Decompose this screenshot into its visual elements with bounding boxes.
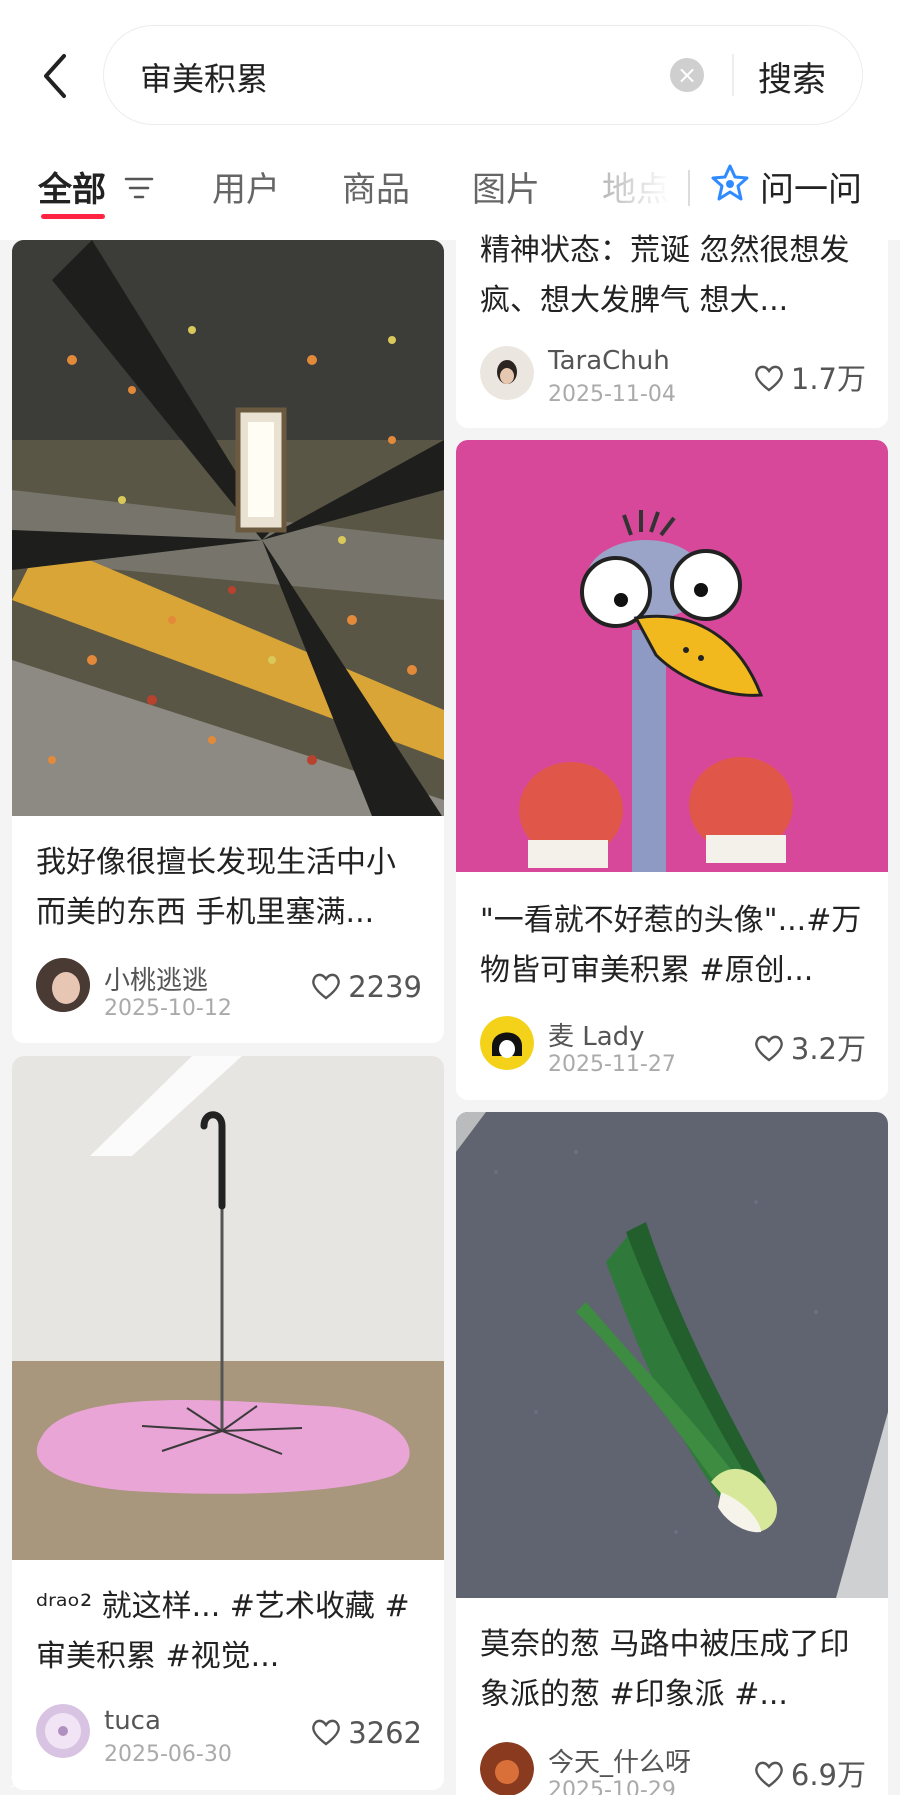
back-arrow-icon[interactable] bbox=[38, 50, 74, 102]
avatar-image bbox=[36, 1704, 90, 1758]
note-image bbox=[456, 440, 888, 872]
note-image bbox=[12, 1056, 444, 1560]
post-date: 2025-10-12 bbox=[104, 996, 232, 1021]
clear-icon[interactable]: × bbox=[670, 58, 704, 92]
post-date: 2025-11-27 bbox=[548, 1052, 676, 1077]
like-count-value: 3.2万 bbox=[790, 1032, 866, 1066]
note-title: 我好像很擅长发现生活中小而美的东西 手机里塞满... bbox=[36, 845, 396, 930]
note-title: 莫奈的葱 马路中被压成了印象派的葱 #印象派 #... bbox=[480, 1627, 850, 1712]
heart-icon[interactable] bbox=[310, 1717, 342, 1747]
author-name[interactable]: tuca bbox=[104, 1706, 161, 1736]
tab-images[interactable]: 图片 bbox=[472, 162, 540, 211]
author-name[interactable]: 麦 Lady bbox=[548, 1016, 645, 1053]
note-card[interactable]: 莫奈的葱 马路中被压成了印象派的葱 #印象派 #... 今天_什么呀 2025-… bbox=[456, 1112, 888, 1795]
heart-icon[interactable] bbox=[310, 971, 342, 1001]
like-count[interactable]: 2239 bbox=[310, 970, 422, 1004]
note-card[interactable]: 我好像很擅长发现生活中小而美的东西 手机里塞满... 小桃逃逃 2025-10-… bbox=[12, 240, 444, 1043]
search-bar[interactable]: 审美积累 × 搜索 bbox=[104, 26, 862, 124]
avatar-image bbox=[480, 1742, 534, 1795]
post-date: 2025-11-04 bbox=[548, 382, 676, 407]
avatar[interactable] bbox=[36, 1704, 90, 1758]
like-count-value: 6.9万 bbox=[790, 1758, 866, 1792]
avatar-image bbox=[480, 1016, 534, 1070]
author-name[interactable]: TaraChuh bbox=[548, 346, 670, 376]
tab-users[interactable]: 用户 bbox=[212, 162, 280, 211]
filter-icon[interactable] bbox=[124, 176, 154, 200]
note-card[interactable]: ᵈʳᵃᵒ² 就这样... #艺术收藏 #审美积累 #视觉... tuca 202… bbox=[12, 1056, 444, 1790]
active-tab-indicator bbox=[41, 214, 105, 219]
avatar[interactable] bbox=[480, 1742, 534, 1795]
heart-icon[interactable] bbox=[753, 363, 785, 393]
post-date: 2025-06-30 bbox=[104, 1742, 232, 1767]
heart-icon[interactable] bbox=[753, 1759, 785, 1789]
avatar[interactable] bbox=[480, 346, 534, 400]
like-count-value: 1.7万 bbox=[790, 362, 866, 396]
note-title: 精神状态：荒诞 忽然很想发疯、想大发脾气 想大... bbox=[480, 233, 850, 318]
sparkle-star-icon[interactable] bbox=[710, 163, 750, 203]
like-count[interactable]: 3.2万 bbox=[753, 1026, 866, 1068]
note-image bbox=[456, 1112, 888, 1598]
avatar[interactable] bbox=[480, 1016, 534, 1070]
note-card[interactable]: 精神状态：荒诞 忽然很想发疯、想大发脾气 想大... TaraChuh 2025… bbox=[456, 210, 888, 428]
search-button[interactable]: 搜索 bbox=[758, 52, 826, 101]
like-count-value: 3262 bbox=[348, 1716, 422, 1750]
like-count[interactable]: 1.7万 bbox=[753, 356, 866, 398]
tab-divider bbox=[688, 170, 690, 206]
like-count[interactable]: 3262 bbox=[310, 1716, 422, 1750]
watermark: 大战跨境 bbox=[10, 1770, 82, 1791]
like-count-value: 2239 bbox=[348, 970, 422, 1004]
search-divider bbox=[732, 54, 734, 96]
note-card[interactable]: "一看就不好惹的头像"...#万物皆可审美积累 #原创... 麦 Lady 20… bbox=[456, 440, 888, 1100]
tab-products[interactable]: 商品 bbox=[342, 162, 410, 211]
tab-all[interactable]: 全部 bbox=[38, 162, 106, 211]
post-date: 2025-10-29 bbox=[548, 1778, 676, 1795]
top-bar: 审美积累 × 搜索 全部 用户 商品 图片 地点 问一问 bbox=[0, 0, 900, 240]
note-title: ᵈʳᵃᵒ² 就这样... #艺术收藏 #审美积累 #视觉... bbox=[36, 1589, 410, 1674]
heart-icon[interactable] bbox=[753, 1033, 785, 1063]
avatar-image bbox=[480, 346, 534, 400]
search-input[interactable]: 审美积累 bbox=[140, 54, 268, 100]
avatar-image bbox=[36, 958, 90, 1012]
avatar[interactable] bbox=[36, 958, 90, 1012]
like-count[interactable]: 6.9万 bbox=[753, 1752, 866, 1794]
author-name[interactable]: 今天_什么呀 bbox=[548, 1742, 691, 1779]
note-title: "一看就不好惹的头像"...#万物皆可审美积累 #原创... bbox=[480, 903, 862, 988]
note-image bbox=[12, 240, 444, 816]
author-name[interactable]: 小桃逃逃 bbox=[104, 960, 208, 997]
ask-button[interactable]: 问一问 bbox=[760, 162, 862, 211]
